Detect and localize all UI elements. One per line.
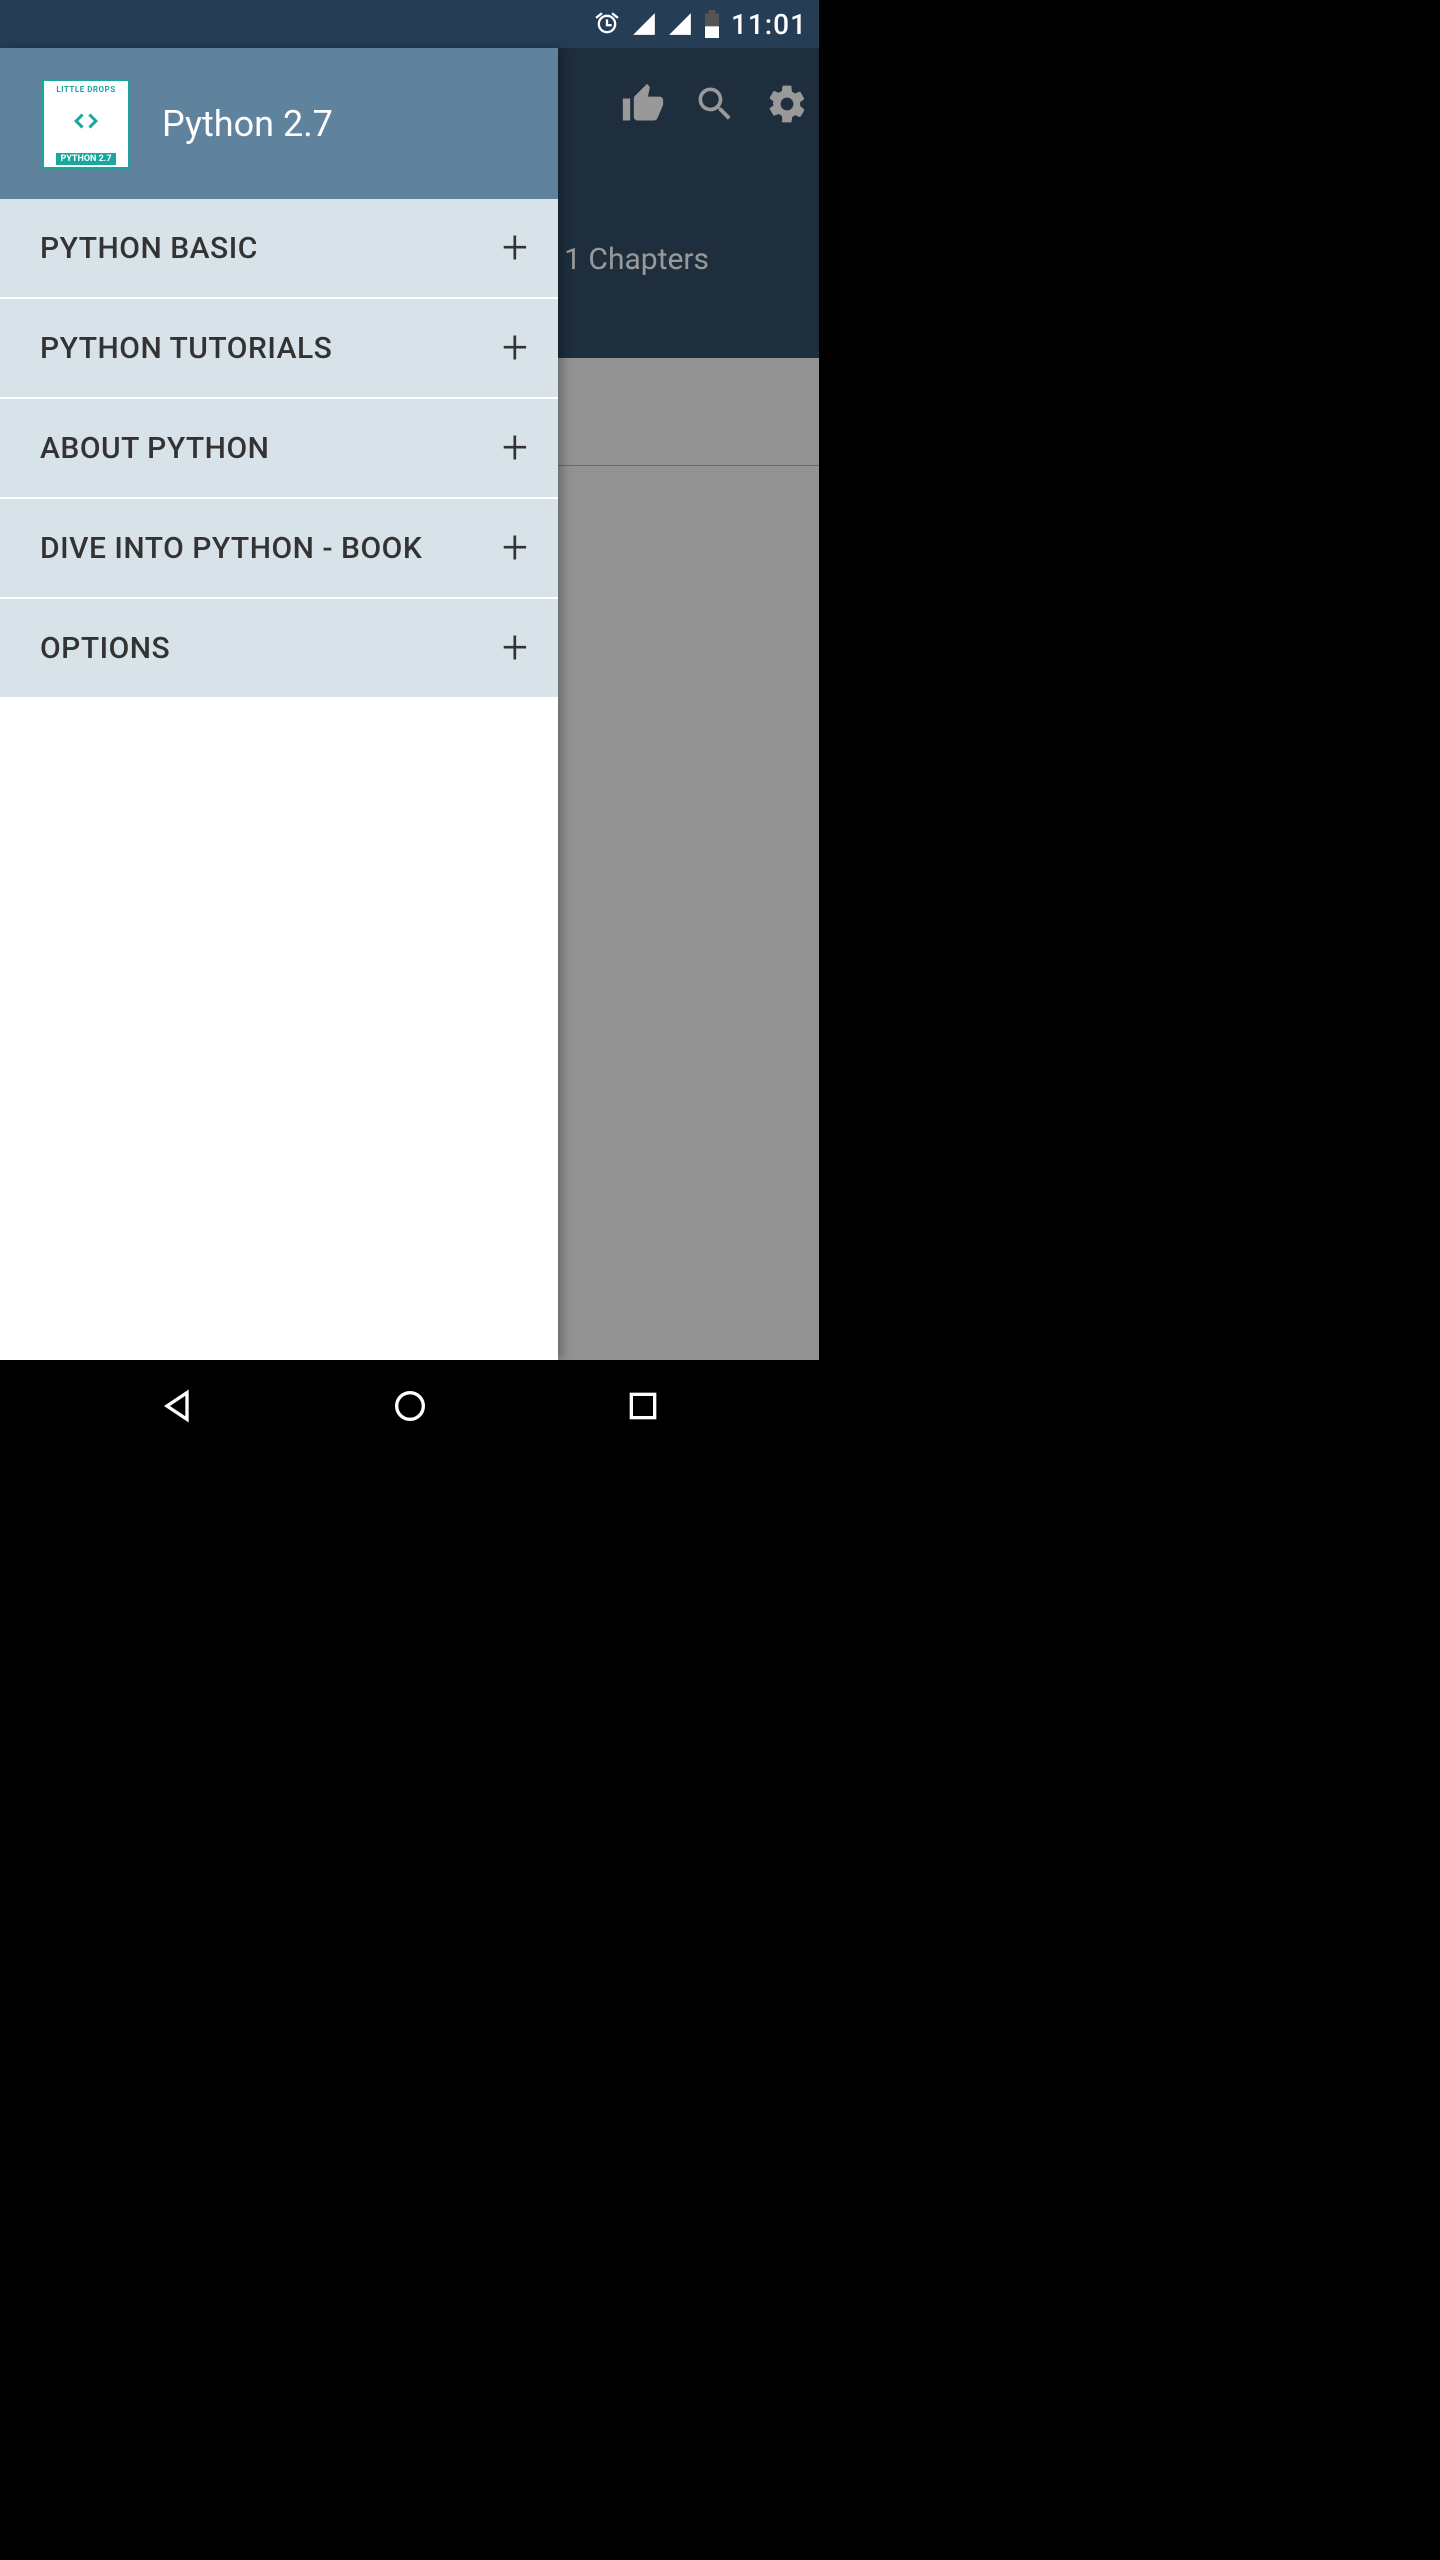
drawer-item-options[interactable]: OPTIONS + bbox=[0, 599, 558, 699]
plus-icon: + bbox=[502, 325, 528, 371]
drawer-item-label: PYTHON TUTORIALS bbox=[40, 331, 332, 366]
device-frame: 11:01 1 Chapters LITTLE DROPS PYTHO bbox=[0, 0, 819, 1456]
drawer-item-python-basic[interactable]: PYTHON BASIC + bbox=[0, 199, 558, 299]
home-button[interactable] bbox=[390, 1386, 430, 1430]
drawer-list: PYTHON BASIC + PYTHON TUTORIALS + ABOUT … bbox=[0, 199, 558, 699]
plus-icon: + bbox=[502, 225, 528, 271]
recents-button[interactable] bbox=[623, 1386, 663, 1430]
android-nav-bar bbox=[0, 1360, 819, 1456]
drawer-item-about-python[interactable]: ABOUT PYTHON + bbox=[0, 399, 558, 499]
battery-icon bbox=[703, 10, 721, 38]
code-icon bbox=[62, 103, 110, 143]
logo-top-text: LITTLE DROPS bbox=[56, 85, 115, 94]
drawer-item-label: OPTIONS bbox=[40, 631, 170, 666]
plus-icon: + bbox=[502, 425, 528, 471]
alarm-icon bbox=[593, 10, 621, 38]
drawer-header: LITTLE DROPS PYTHON 2.7 Python 2.7 bbox=[0, 48, 558, 199]
logo-bottom-text: PYTHON 2.7 bbox=[56, 153, 115, 165]
drawer-scrim[interactable] bbox=[558, 48, 819, 1360]
drawer-item-label: DIVE INTO PYTHON - BOOK bbox=[40, 531, 422, 566]
back-button[interactable] bbox=[157, 1386, 197, 1430]
nav-drawer: LITTLE DROPS PYTHON 2.7 Python 2.7 PYTHO… bbox=[0, 48, 558, 1360]
plus-icon: + bbox=[502, 625, 528, 671]
drawer-item-python-tutorials[interactable]: PYTHON TUTORIALS + bbox=[0, 299, 558, 399]
drawer-item-dive-into-python[interactable]: DIVE INTO PYTHON - BOOK + bbox=[0, 499, 558, 599]
drawer-title: Python 2.7 bbox=[162, 103, 333, 145]
status-bar: 11:01 bbox=[0, 0, 819, 48]
signal-icon bbox=[631, 11, 657, 37]
signal-icon bbox=[667, 11, 693, 37]
plus-icon: + bbox=[502, 525, 528, 571]
status-icons: 11:01 bbox=[593, 8, 807, 41]
clock-text: 11:01 bbox=[731, 8, 807, 41]
drawer-item-label: ABOUT PYTHON bbox=[40, 431, 269, 466]
app-logo: LITTLE DROPS PYTHON 2.7 bbox=[42, 79, 130, 169]
drawer-item-label: PYTHON BASIC bbox=[40, 231, 258, 266]
